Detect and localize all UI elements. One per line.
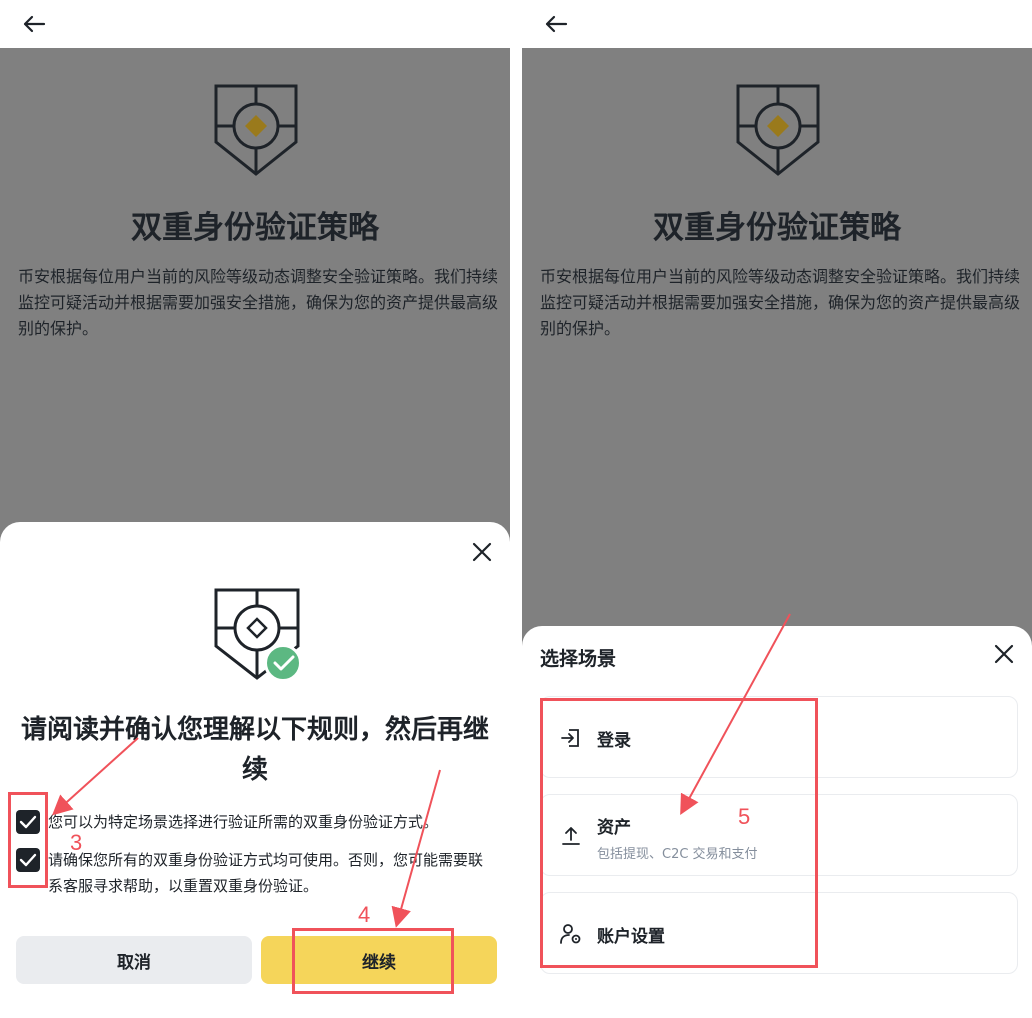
top-bar — [522, 0, 1032, 48]
annotation-step-number: 5 — [738, 804, 751, 829]
close-button[interactable] — [990, 640, 1018, 668]
sheet-title: 选择场景 — [540, 648, 617, 670]
close-icon — [994, 644, 1014, 664]
page-description: 币安根据每位用户当前的风险等级动态调整安全验证策略。我们持续监控可疑活动并根据需… — [18, 267, 499, 338]
panel-divider — [510, 0, 522, 1018]
cancel-button[interactable]: 取消 — [16, 936, 252, 984]
page-title: 双重身份验证策略 — [131, 210, 379, 246]
rule-text: 请确保您所有的双重身份验证方式均可使用。否则，您可能需要联系客服寻求帮助，以重置… — [48, 851, 484, 895]
page-title: 双重身份验证策略 — [653, 210, 901, 246]
back-button[interactable] — [542, 10, 570, 38]
check-badge — [264, 644, 302, 682]
arrow-left-icon — [545, 15, 568, 33]
close-icon — [472, 542, 492, 562]
back-button[interactable] — [20, 10, 48, 38]
shield-icon — [736, 84, 820, 176]
annotation-step-number: 4 — [358, 902, 371, 927]
close-button[interactable] — [468, 538, 496, 566]
rule-item[interactable]: 请确保您所有的双重身份验证方式均可使用。否则，您可能需要联系客服寻求帮助，以重置… — [16, 848, 496, 899]
annotation-box-continue — [292, 928, 454, 994]
rule-text: 您可以为特定场景选择进行验证所需的双重身份验证方式。 — [48, 813, 439, 831]
rule-item[interactable]: 您可以为特定场景选择进行验证所需的双重身份验证方式。 — [16, 810, 496, 835]
top-bar — [0, 0, 510, 48]
left-screen: 双重身份验证策略 币安根据每位用户当前的风险等级动态调整安全验证策略。我们持续监… — [0, 0, 510, 1018]
screenshot-root: 双重身份验证策略 币安根据每位用户当前的风险等级动态调整安全验证策略。我们持续监… — [0, 0, 1032, 1018]
arrow-left-icon — [23, 15, 46, 33]
annotation-box-checkboxes — [8, 792, 48, 888]
sheet-title: 请阅读并确认您理解以下规则，然后再继续 — [20, 715, 489, 785]
annotation-box-scenes — [540, 698, 818, 968]
page-description: 币安根据每位用户当前的风险等级动态调整安全验证策略。我们持续监控可疑活动并根据需… — [540, 267, 1021, 338]
annotation-step-number: 3 — [70, 830, 83, 855]
shield-icon — [214, 84, 298, 176]
check-icon — [273, 655, 295, 671]
right-screen: 双重身份验证策略 币安根据每位用户当前的风险等级动态调整安全验证策略。我们持续监… — [522, 0, 1032, 1018]
